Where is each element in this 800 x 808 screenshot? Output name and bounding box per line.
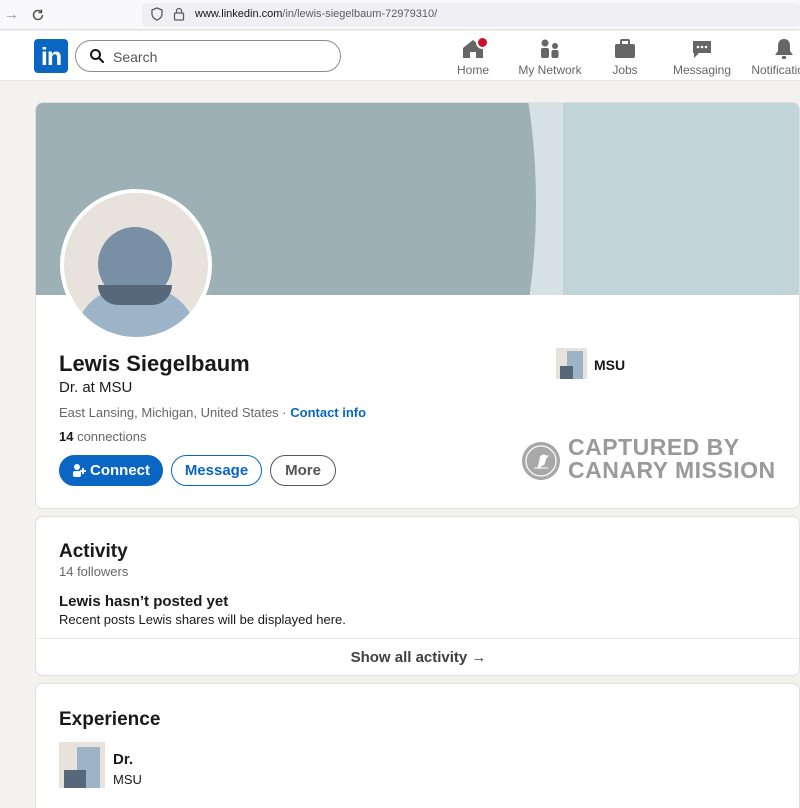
experience-role: Dr. (113, 751, 134, 768)
experience-org: MSU (113, 772, 142, 787)
network-icon (541, 39, 559, 58)
msu-logo[interactable] (59, 742, 105, 788)
empty-activity-title: Lewis hasn’t posted yet (59, 593, 229, 610)
browser-toolbar: → www.linkedin.com/in/lewis-siegelbaum-7… (0, 0, 800, 30)
linkedin-header: in Home My Network Jobs Messaging (0, 31, 800, 81)
nav-label: Notifications (751, 63, 800, 77)
nav-label: Jobs (612, 63, 638, 77)
separator: · (278, 405, 291, 420)
profile-headline: Dr. at MSU (59, 379, 133, 396)
activity-title: Activity (59, 541, 128, 562)
notification-badge (476, 36, 489, 49)
watermark-line1: CAPTURED BY (568, 434, 740, 460)
connections-count[interactable]: 14 connections (59, 429, 146, 444)
nav-messaging[interactable]: Messaging (672, 37, 732, 77)
watermark: CAPTURED BY CANARY MISSION (522, 436, 792, 482)
url-text: www.linkedin.com/in/lewis-siegelbaum-729… (195, 8, 438, 20)
education-label: MSU (594, 357, 626, 373)
msu-logo (556, 348, 587, 379)
contact-info-link[interactable]: Contact info (290, 405, 366, 420)
chat-icon (693, 41, 711, 58)
nav-notifications[interactable]: Notifications (744, 37, 800, 77)
message-button[interactable]: Message (171, 455, 262, 486)
connect-button[interactable]: Connect (59, 455, 163, 486)
experience-title: Experience (59, 709, 161, 730)
nav-label: My Network (518, 63, 582, 77)
profile-card: Lewis Siegelbaum Dr. at MSU East Lansing… (35, 102, 800, 509)
search-input[interactable] (113, 47, 313, 67)
profile-location: East Lansing, Michigan, United States · … (59, 405, 366, 420)
watermark-line2: CANARY MISSION (568, 457, 776, 483)
connections-label: connections (73, 429, 147, 444)
nav-jobs[interactable]: Jobs (604, 37, 646, 77)
forward-arrow-icon[interactable]: → (4, 6, 19, 23)
followers-count: 14 followers (59, 564, 129, 579)
bell-icon (775, 39, 793, 59)
shield-icon[interactable] (151, 7, 163, 21)
nav-label: Messaging (672, 63, 732, 77)
search-icon (90, 49, 105, 64)
nav-home[interactable]: Home (452, 36, 494, 77)
experience-card: Experience Dr. MSU (35, 683, 800, 808)
avatar-shadow (98, 285, 172, 305)
canary-bird-icon (522, 442, 560, 480)
address-bar[interactable]: www.linkedin.com/in/lewis-siegelbaum-729… (142, 3, 800, 27)
watermark-text: CAPTURED BY CANARY MISSION (568, 436, 776, 482)
nav-label: Home (456, 63, 489, 77)
profile-name: Lewis Siegelbaum (59, 351, 250, 376)
add-person-icon (73, 464, 86, 477)
connections-number: 14 (59, 429, 74, 444)
lock-icon[interactable] (173, 7, 185, 21)
nav-my-network[interactable]: My Network (514, 37, 586, 77)
empty-activity-subtitle: Recent posts Lewis shares will be displa… (59, 612, 346, 627)
banner-panel (563, 103, 799, 295)
activity-card: Activity 14 followers Lewis hasn’t poste… (35, 516, 800, 676)
avatar[interactable] (60, 189, 212, 341)
connect-label: Connect (90, 462, 150, 479)
banner-decoration (528, 103, 566, 295)
location-text: East Lansing, Michigan, United States (59, 405, 279, 420)
more-button[interactable]: More (270, 455, 336, 486)
reload-icon[interactable] (31, 8, 45, 22)
show-all-activity-button[interactable]: Show all activity → (36, 638, 799, 675)
briefcase-icon (615, 39, 635, 58)
linkedin-logo[interactable]: in (34, 39, 68, 73)
search-box[interactable] (75, 40, 341, 72)
